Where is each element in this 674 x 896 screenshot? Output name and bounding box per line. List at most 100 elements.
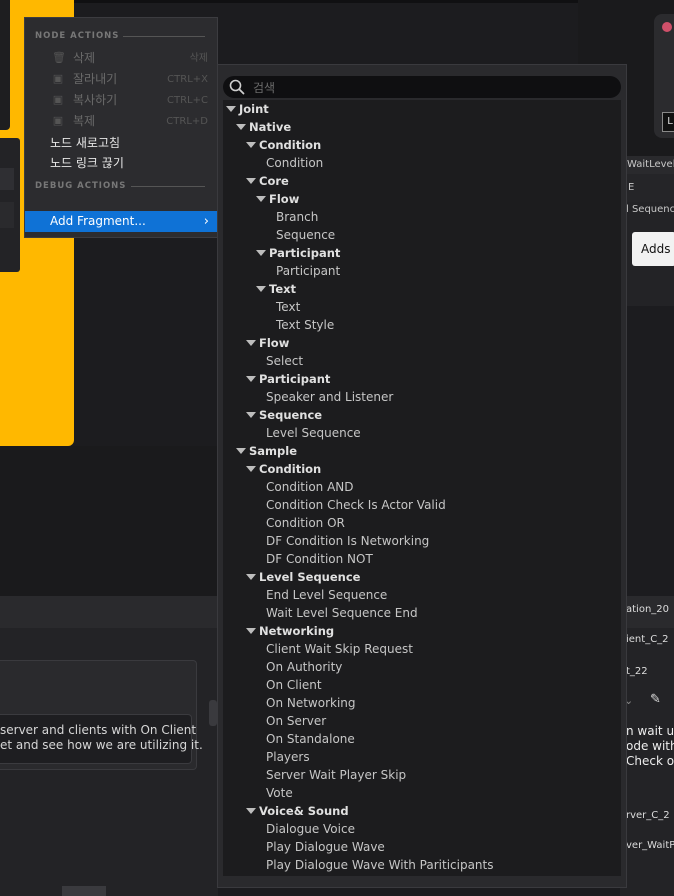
tree-item[interactable]: End Level Sequence xyxy=(266,586,387,604)
tree-category[interactable]: Sequence xyxy=(246,406,322,424)
search-box[interactable] xyxy=(223,76,621,98)
tree-item[interactable]: Play Dialogue Wave xyxy=(266,838,385,856)
tree-category[interactable]: Participant xyxy=(246,370,330,388)
expand-triangle-icon[interactable] xyxy=(236,448,246,454)
expand-triangle-icon[interactable] xyxy=(256,250,266,256)
fragment-tree[interactable]: Joint Native Condition Condition Core Flow Bra… xyxy=(223,100,621,876)
expand-triangle-icon[interactable] xyxy=(246,340,256,346)
tree-item[interactable]: Condition AND xyxy=(266,478,354,496)
right-node-text: ient_C_2 xyxy=(626,634,669,645)
expand-triangle-icon[interactable] xyxy=(246,574,256,580)
duplicate-menu-item[interactable]: ▣ 복제 CTRL+D xyxy=(25,111,217,132)
tree-label: Condition AND xyxy=(266,480,354,494)
menu-item-label: 노드 링크 끊기 xyxy=(50,156,124,170)
tree-item[interactable]: Wait Level Sequence End xyxy=(266,604,418,622)
expand-triangle-icon[interactable] xyxy=(246,808,256,814)
tree-item[interactable]: On Server xyxy=(266,712,326,730)
tree-category[interactable]: Voice& Sound xyxy=(246,802,349,820)
expand-triangle-icon[interactable] xyxy=(226,106,236,112)
tree-item[interactable]: On Networking xyxy=(266,694,356,712)
expand-triangle-icon[interactable] xyxy=(256,196,266,202)
tree-item[interactable]: Client Wait Skip Request xyxy=(266,640,413,658)
expand-triangle-icon[interactable] xyxy=(246,376,256,382)
tree-item[interactable]: Text xyxy=(276,298,300,316)
tree-item[interactable]: Play Dialogue Wave With Pariticipants xyxy=(266,856,494,874)
tree-category[interactable]: Native xyxy=(236,118,291,136)
copy-menu-item[interactable]: ▣ 복사하기 CTRL+C xyxy=(25,90,217,111)
menu-item-shortcut: CTRL+X xyxy=(167,74,208,85)
tree-label: Vote xyxy=(266,786,293,800)
tree-item[interactable]: DF Condition NOT xyxy=(266,550,373,568)
tree-label: On Authority xyxy=(266,660,343,674)
tree-category[interactable]: Condition xyxy=(246,136,321,154)
tree-label: Branch xyxy=(276,210,319,224)
tree-label: Condition xyxy=(259,462,322,476)
tree-item[interactable]: Sequence xyxy=(276,226,335,244)
add-fragment-menu-item[interactable]: Add Fragment... › xyxy=(25,211,217,232)
node-pin[interactable] xyxy=(209,700,217,726)
expand-triangle-icon[interactable] xyxy=(246,412,256,418)
tree-category[interactable]: Participant xyxy=(256,244,340,262)
expand-triangle-icon[interactable] xyxy=(246,178,256,184)
tree-item[interactable]: Level Sequence xyxy=(266,424,361,442)
tree-label: Text xyxy=(276,300,301,314)
cut-menu-item[interactable]: ▣ 잘라내기 CTRL+X xyxy=(25,69,217,90)
tree-category[interactable]: Joint xyxy=(226,100,269,118)
tree-label: Native xyxy=(249,120,292,134)
tree-label: On Server xyxy=(266,714,327,728)
chevron-right-icon: › xyxy=(203,214,209,229)
tree-item[interactable]: Condition xyxy=(266,154,323,172)
tree-item[interactable]: Players xyxy=(266,748,310,766)
tree-label: Flow xyxy=(269,192,300,206)
tree-item[interactable]: Condition Check Is Actor Valid xyxy=(266,496,446,514)
tree-label: Play Dialogue Wave With Pariticipants xyxy=(266,858,494,872)
tree-category[interactable]: Condition xyxy=(246,460,321,478)
menu-item-label: 노드 새로고침 xyxy=(50,136,121,150)
right-node-label: ation_20 xyxy=(620,596,674,628)
tree-category[interactable]: Core xyxy=(246,172,289,190)
tree-item[interactable]: On Client xyxy=(266,676,322,694)
tree-category[interactable]: Flow xyxy=(246,334,289,352)
tree-category[interactable]: Flow xyxy=(256,190,299,208)
tree-item[interactable]: Participant xyxy=(276,262,340,280)
right-graph-node[interactable]: L xyxy=(654,14,674,138)
tree-item[interactable]: On Standalone xyxy=(266,730,355,748)
tree-category[interactable]: Sample xyxy=(236,442,297,460)
graph-node-header xyxy=(0,596,218,628)
tree-item[interactable]: Condition OR xyxy=(266,514,345,532)
graph-scrollbar[interactable] xyxy=(62,886,106,896)
tree-item[interactable]: Server Wait Player Skip xyxy=(266,766,406,784)
eyedropper-icon[interactable]: ✎ xyxy=(650,692,661,707)
graph-canvas[interactable] xyxy=(0,446,218,596)
right-node-sequence: l Sequence I xyxy=(626,204,674,215)
expand-triangle-icon[interactable] xyxy=(236,124,246,130)
tree-item[interactable]: Dialogue Voice xyxy=(266,820,355,838)
tree-item[interactable]: On Authority xyxy=(266,658,342,676)
tree-label: Speaker and Listener xyxy=(266,390,394,404)
tree-category[interactable]: Text xyxy=(256,280,296,298)
tree-item[interactable]: Text Style xyxy=(276,316,334,334)
expand-triangle-icon[interactable] xyxy=(246,466,256,472)
tree-item[interactable]: DF Condition Is Networking xyxy=(266,532,429,550)
expand-triangle-icon[interactable] xyxy=(246,142,256,148)
pin-dot-icon[interactable] xyxy=(662,22,672,32)
tree-label: Flow xyxy=(259,336,290,350)
tree-label: Condition Check Is Actor Valid xyxy=(266,498,446,512)
tree-category[interactable]: Networking xyxy=(246,622,334,640)
break-links-menu-item[interactable]: 노드 링크 끊기 xyxy=(25,153,217,174)
search-input[interactable] xyxy=(251,78,615,98)
delete-menu-item[interactable]: 🗑 삭제 삭제 xyxy=(25,48,217,69)
tree-item[interactable]: Speaker and Listener xyxy=(266,388,393,406)
tree-item[interactable]: Select xyxy=(266,352,303,370)
node-button[interactable]: L xyxy=(662,112,674,132)
tree-category[interactable]: Level Sequence xyxy=(246,568,360,586)
expand-triangle-icon[interactable] xyxy=(246,628,256,634)
expand-triangle-icon[interactable] xyxy=(256,286,266,292)
refresh-nodes-menu-item[interactable]: 노드 새로고침 xyxy=(25,133,217,154)
tree-item[interactable]: Vote xyxy=(266,784,293,802)
tree-label: Core xyxy=(259,174,289,188)
tree-label: Participant xyxy=(259,372,331,386)
tree-scrollbar[interactable] xyxy=(615,100,621,876)
tree-item[interactable]: Branch xyxy=(276,208,318,226)
right-node-lower: ient_C_2 t_22 ⌄ ✎ n wait ur ode with S C… xyxy=(620,628,674,896)
